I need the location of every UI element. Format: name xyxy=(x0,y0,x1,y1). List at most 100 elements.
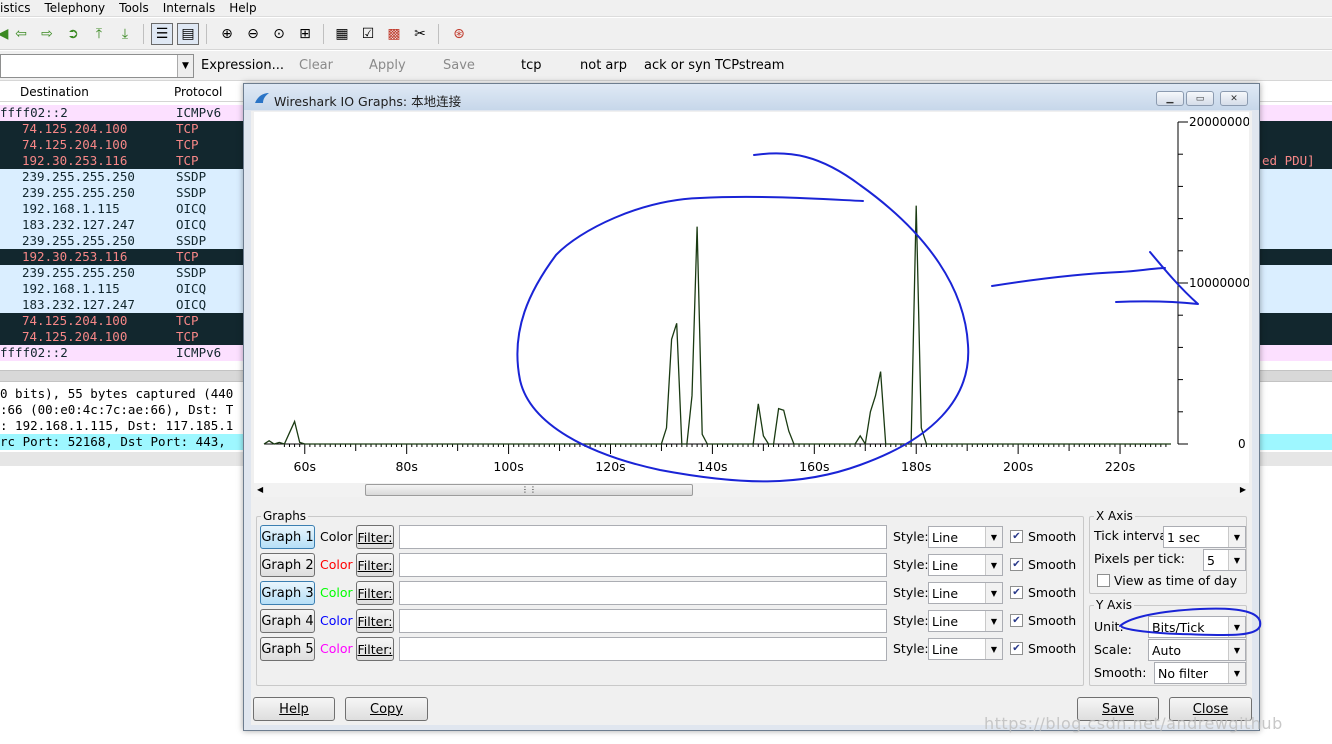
graph-filter-input[interactable] xyxy=(399,637,887,661)
scale-select[interactable]: Auto ▼ xyxy=(1148,639,1246,661)
scroll-right-icon[interactable]: ▶ xyxy=(1240,485,1246,494)
graph-style-select[interactable]: Line ▼ xyxy=(928,582,1003,604)
graph-smooth-checkbox[interactable]: ✔ xyxy=(1010,586,1023,599)
chevron-down-icon[interactable]: ▼ xyxy=(177,55,193,77)
chevron-down-icon: ▼ xyxy=(985,555,1002,575)
display-filters-icon[interactable]: ☑ xyxy=(357,23,379,45)
display-filter-input[interactable]: ▼ xyxy=(0,54,194,78)
save-filter-button[interactable]: Save xyxy=(443,58,475,73)
menu-help[interactable]: Help xyxy=(229,1,256,15)
graph-toggle-button[interactable]: Graph 4 xyxy=(260,609,315,633)
y-smooth-select[interactable]: No filter ▼ xyxy=(1154,662,1246,684)
help-button[interactable]: Help xyxy=(253,697,335,721)
graph-style-label: Style: xyxy=(893,529,929,544)
packet-protocol: OICQ xyxy=(176,217,207,232)
unit-select[interactable]: Bits/Tick ▼ xyxy=(1148,616,1246,638)
packet-protocol: SSDP xyxy=(176,265,207,280)
graph-smooth-checkbox[interactable]: ✔ xyxy=(1010,558,1023,571)
zoom-normal-icon[interactable]: ⊙ xyxy=(268,23,290,45)
graph-filter-button[interactable]: Filter: xyxy=(356,553,394,577)
go-first-packet-icon[interactable]: ⤒ xyxy=(88,23,110,45)
menu-telephony[interactable]: Telephony xyxy=(44,1,105,15)
coloring-rules-icon[interactable]: ▩ xyxy=(383,23,405,45)
go-forward-icon[interactable]: ⇨ xyxy=(36,23,58,45)
graph-filter-button[interactable]: Filter: xyxy=(356,581,394,605)
chevron-down-icon: ▼ xyxy=(1228,527,1245,547)
expression-button[interactable]: Expression... xyxy=(201,58,284,73)
dialog-titlebar[interactable]: Wireshark IO Graphs: 本地连接 ▁ ▭ ✕ xyxy=(244,84,1259,110)
graph-filter-button[interactable]: Filter: xyxy=(356,609,394,633)
graph-style-select[interactable]: Line ▼ xyxy=(928,610,1003,632)
chevron-down-icon: ▼ xyxy=(985,527,1002,547)
graph-color-label[interactable]: Color xyxy=(320,613,353,628)
graph-style-select[interactable]: Line ▼ xyxy=(928,638,1003,660)
graph-color-label[interactable]: Color xyxy=(320,641,353,656)
zoom-out-icon[interactable]: ⊖ xyxy=(242,23,264,45)
menu-statistics[interactable]: istics xyxy=(0,1,30,15)
tick-interval-select[interactable]: 1 sec ▼ xyxy=(1163,526,1246,548)
time-of-day-checkbox[interactable] xyxy=(1097,574,1110,587)
packet-protocol: OICQ xyxy=(176,297,207,312)
graph-toggle-button[interactable]: Graph 5 xyxy=(260,637,315,661)
preferences-icon[interactable]: ✂ xyxy=(409,23,431,45)
graph-toggle-button[interactable]: Graph 3 xyxy=(260,581,315,605)
pixels-per-tick-label: Pixels per tick: xyxy=(1094,551,1185,566)
capture-filters-icon[interactable]: ▦ xyxy=(331,23,353,45)
graph-style-label: Style: xyxy=(893,585,929,600)
column-destination[interactable]: Destination xyxy=(20,85,89,99)
close-window-icon[interactable]: ✕ xyxy=(1220,91,1248,106)
scroll-left-icon[interactable]: ◀ xyxy=(257,485,263,494)
chevron-down-icon: ▼ xyxy=(1228,550,1245,570)
io-graph-plot[interactable]: 20000000 10000000 0 60s 80s 100s 120s 140s 160s 1… xyxy=(254,112,1250,497)
graph-style-select[interactable]: Line ▼ xyxy=(928,554,1003,576)
filter-button-ack-or-syn[interactable]: ack or syn xyxy=(644,58,711,73)
graph-filter-input[interactable] xyxy=(399,609,887,633)
filter-button-not-arp[interactable]: not arp xyxy=(580,58,627,73)
packet-destination: 74.125.204.100 xyxy=(22,121,128,136)
column-protocol[interactable]: Protocol xyxy=(174,85,222,99)
filter-button-tcp[interactable]: tcp xyxy=(521,58,542,73)
graph-filter-input[interactable] xyxy=(399,581,887,605)
graph-filter-button[interactable]: Filter: xyxy=(356,637,394,661)
auto-scroll-icon[interactable]: ▤ xyxy=(177,23,199,45)
menu-tools[interactable]: Tools xyxy=(119,1,149,15)
zoom-in-icon[interactable]: ⊕ xyxy=(216,23,238,45)
maximize-icon[interactable]: ▭ xyxy=(1186,91,1214,106)
scroll-thumb[interactable]: ⋮⋮ xyxy=(365,484,693,496)
graph-smooth-label: Smooth xyxy=(1028,529,1077,544)
graph-color-label[interactable]: Color xyxy=(320,529,353,544)
apply-button[interactable]: Apply xyxy=(369,58,406,73)
graph-color-label[interactable]: Color xyxy=(320,557,353,572)
clear-button[interactable]: Clear xyxy=(299,58,333,73)
graph-toggle-button[interactable]: Graph 2 xyxy=(260,553,315,577)
graph-scrollbar[interactable]: ◀ ⋮⋮ ▶ xyxy=(254,483,1249,497)
resize-columns-icon[interactable]: ⊞ xyxy=(294,23,316,45)
packet-protocol: TCP xyxy=(176,313,199,328)
colorize-icon[interactable]: ☰ xyxy=(151,23,173,45)
graph-filter-label: Filter: xyxy=(357,557,393,573)
packet-destination: 192.168.1.115 xyxy=(22,201,120,216)
graph-color-label[interactable]: Color xyxy=(320,585,353,600)
go-to-packet-icon[interactable]: ➲ xyxy=(62,23,84,45)
packet-destination: 239.255.255.250 xyxy=(22,265,135,280)
graph-style-select[interactable]: Line ▼ xyxy=(928,526,1003,548)
go-back-arrow-icon[interactable]: ⇦ xyxy=(10,23,32,45)
graph-smooth-checkbox[interactable]: ✔ xyxy=(1010,530,1023,543)
x-tick-label: 220s xyxy=(1105,459,1135,474)
graph-filter-button[interactable]: Filter: xyxy=(356,525,394,549)
menu-internals[interactable]: Internals xyxy=(163,1,216,15)
filter-button-tcpstream[interactable]: TCPstream xyxy=(715,58,784,73)
help-lifebuoy-icon[interactable]: ⊛ xyxy=(448,23,470,45)
graph-filter-input[interactable] xyxy=(399,525,887,549)
copy-button[interactable]: Copy xyxy=(345,697,428,721)
graph-toggle-button[interactable]: Graph 1 xyxy=(260,525,315,549)
y-tick-label: 10000000 xyxy=(1189,276,1249,290)
minimize-icon[interactable]: ▁ xyxy=(1156,91,1184,106)
graph-smooth-checkbox[interactable]: ✔ xyxy=(1010,642,1023,655)
go-last-packet-icon[interactable]: ⤓ xyxy=(114,23,136,45)
graph-smooth-checkbox[interactable]: ✔ xyxy=(1010,614,1023,627)
graph-smooth-label: Smooth xyxy=(1028,641,1077,656)
graph-filter-input[interactable] xyxy=(399,553,887,577)
pixels-per-tick-select[interactable]: 5 ▼ xyxy=(1203,549,1246,571)
unit-value: Bits/Tick xyxy=(1152,620,1205,635)
